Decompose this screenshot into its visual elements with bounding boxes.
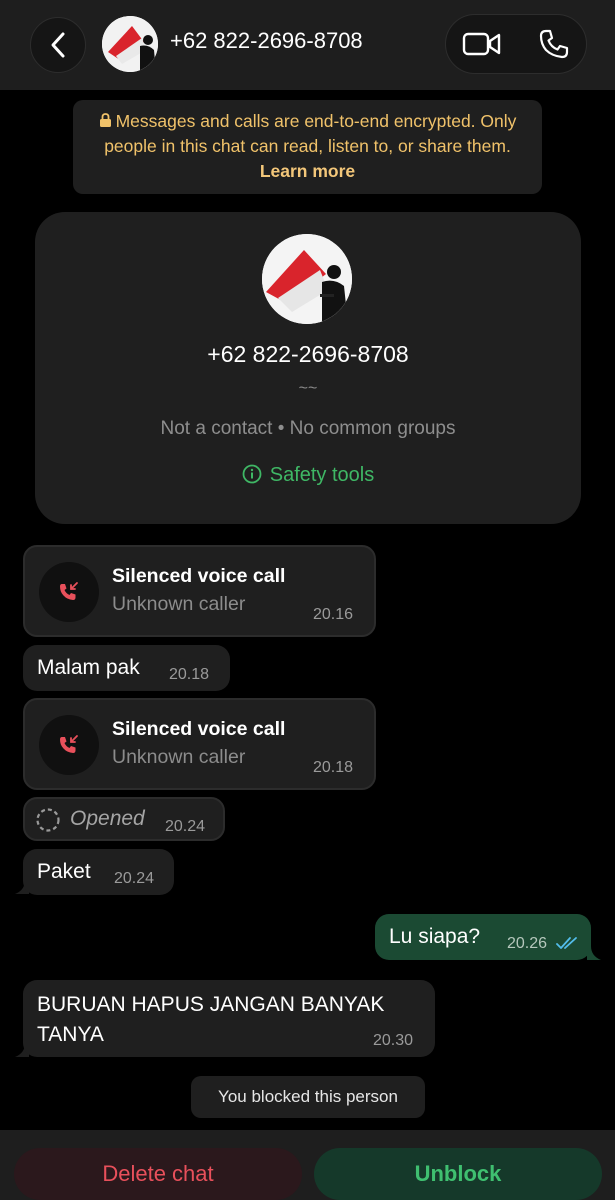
profile-meta: Not a contact • No common groups [160,418,456,439]
message-text: Malam pak [37,656,140,679]
lock-icon [99,113,111,127]
notice-text: Messages and calls are end-to-end encryp… [104,111,517,156]
safety-tools-link[interactable]: Safety tools [35,464,581,487]
call-title: Silenced voice call [112,565,286,587]
video-call-button[interactable] [460,25,504,63]
missed-call-icon-wrap [39,715,99,775]
profile-about: ~~ [298,380,318,397]
safety-tools-label: Safety tools [269,464,375,486]
call-subtitle: Unknown caller [112,746,246,768]
message-text: BURUAN HAPUS JANGAN BANYAK TANYA [37,993,385,1046]
learn-more-link[interactable]: Learn more [260,161,355,181]
chevron-left-icon [51,32,65,58]
call-subtitle: Unknown caller [112,593,246,615]
view-once-text: Opened [70,807,145,830]
message-time: 20.30 [373,1032,414,1049]
profile-number: +62 822-2696-8708 [207,341,409,367]
video-camera-icon [462,32,501,56]
delete-chat-button[interactable]: Delete chat [14,1148,302,1200]
blocked-notice: You blocked this person [191,1076,425,1118]
encryption-notice[interactable]: Messages and calls are end-to-end encryp… [73,100,542,194]
profile-avatar[interactable] [262,234,352,324]
bubble-tail [587,946,601,960]
call-title: Silenced voice call [112,718,286,740]
voice-call-button[interactable] [532,24,576,64]
phone-icon [539,29,569,59]
message-text: Lu siapa? [389,925,481,948]
message-time: 20.18 [313,759,354,776]
message-time: 20.24 [165,818,206,835]
missed-call-icon-wrap [39,562,99,622]
view-once-icon [35,807,61,833]
chat-title[interactable]: +62 822-2696-8708 [170,28,363,54]
message-time: 20.26 [507,935,548,952]
unblock-button[interactable]: Unblock [314,1148,602,1200]
message-time: 20.18 [169,666,210,683]
message-time: 20.24 [114,870,155,887]
message-text: Paket [37,860,91,883]
info-circle-icon [242,464,262,484]
back-button[interactable] [30,17,86,73]
avatar[interactable] [102,16,158,72]
missed-call-icon [60,735,78,753]
missed-call-icon [60,582,78,600]
read-receipt-icon [556,935,580,951]
message-time: 20.16 [313,606,354,623]
